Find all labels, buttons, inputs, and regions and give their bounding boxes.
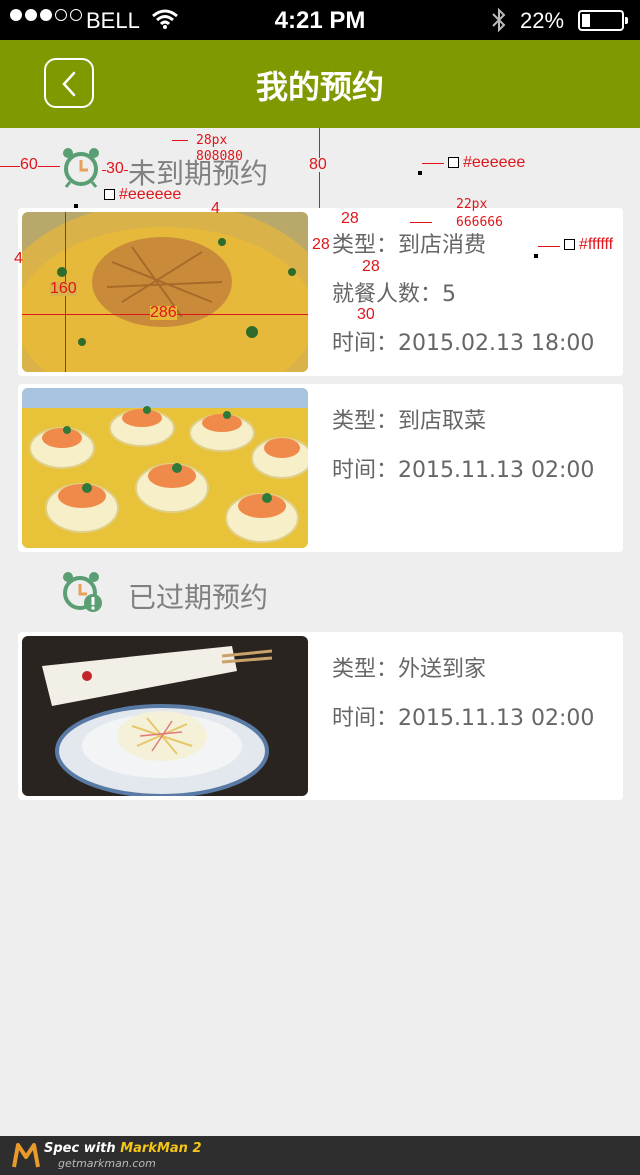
markman-url: getmarkman.com [58,1157,156,1170]
spec-info-font: 22px [456,197,488,212]
bluetooth-icon [492,7,506,33]
spec-title-font: 28px [196,133,228,148]
spec-card-left-gap: 4 [14,250,23,267]
spec-line [172,140,188,141]
spec-dot [418,171,422,175]
alarm-clock-expired-icon [63,572,102,612]
spec-card-top-gap: 4 [211,200,220,217]
spec-dot [74,204,78,208]
reservation-info: 类型：外送到家 时间：2015.11.13 02:00 [332,652,594,750]
reservation-card[interactable]: 类型：到店消费 就餐人数：5 时间：2015.02.13 18:00 [18,208,623,376]
spec-photo-width: 286 [150,304,177,321]
spec-dot [534,254,538,258]
spec-photo-height: 160 [50,280,77,297]
section-title: 已过期预约 [128,581,269,614]
spec-row-gap-2: 30 [357,306,375,323]
spec-line [422,163,444,164]
spec-white-color: #ffffff [564,237,613,253]
section-header-expired: 已过期预约 [0,552,640,632]
markman-footer: Spec with MarkMan 2 getmarkman.com [0,1136,640,1175]
reservation-time: 时间：2015.11.13 02:00 [332,706,595,731]
spec-title-color: 808080 [196,149,243,164]
spec-bg-color: #eeeeee [448,155,525,171]
battery-icon [578,10,628,31]
reservation-card[interactable]: 类型：到店取菜 时间：2015.11.13 02:00 [18,384,623,552]
spec-info-top: 28 [341,210,359,227]
shredded-vegetable-plate-photo [22,636,308,796]
page-title: 我的预约 [255,68,384,106]
reservation-info: 类型：到店取菜 时间：2015.11.13 02:00 [332,404,594,502]
markman-brand: Spec with MarkMan 2 [44,1141,202,1156]
spec-line [538,246,560,247]
spec-icon-gap: 30 [106,160,124,177]
spec-row-gap: 28 [362,258,380,275]
spec-info-color: 666666 [456,215,503,230]
reservation-time: 时间：2015.02.13 18:00 [332,331,595,356]
reservation-type: 类型：到店取菜 [332,409,487,434]
markman-logo-icon [12,1143,40,1168]
reservation-card[interactable]: 类型：外送到家 时间：2015.11.13 02:00 [18,632,623,800]
reservation-info: 类型：到店消费 就餐人数：5 时间：2015.02.13 18:00 [332,228,594,375]
spec-header-height: 80 [309,156,327,173]
spec-card-bg-color: #eeeeee [104,187,181,203]
reservation-time: 时间：2015.11.13 02:00 [332,458,595,483]
reservation-type: 类型：外送到家 [332,657,487,682]
shrimp-tofu-photo [22,388,308,548]
battery-percent: 22% [520,8,565,33]
alarm-clock-icon [63,148,99,188]
spec-left-margin: 60 [20,156,38,173]
spec-info-left: 28 [312,236,330,253]
spec-line [410,222,432,223]
status-bar: BELL 4:21 PM 22% [0,0,640,40]
nav-bar: 我的预约 [0,40,640,128]
